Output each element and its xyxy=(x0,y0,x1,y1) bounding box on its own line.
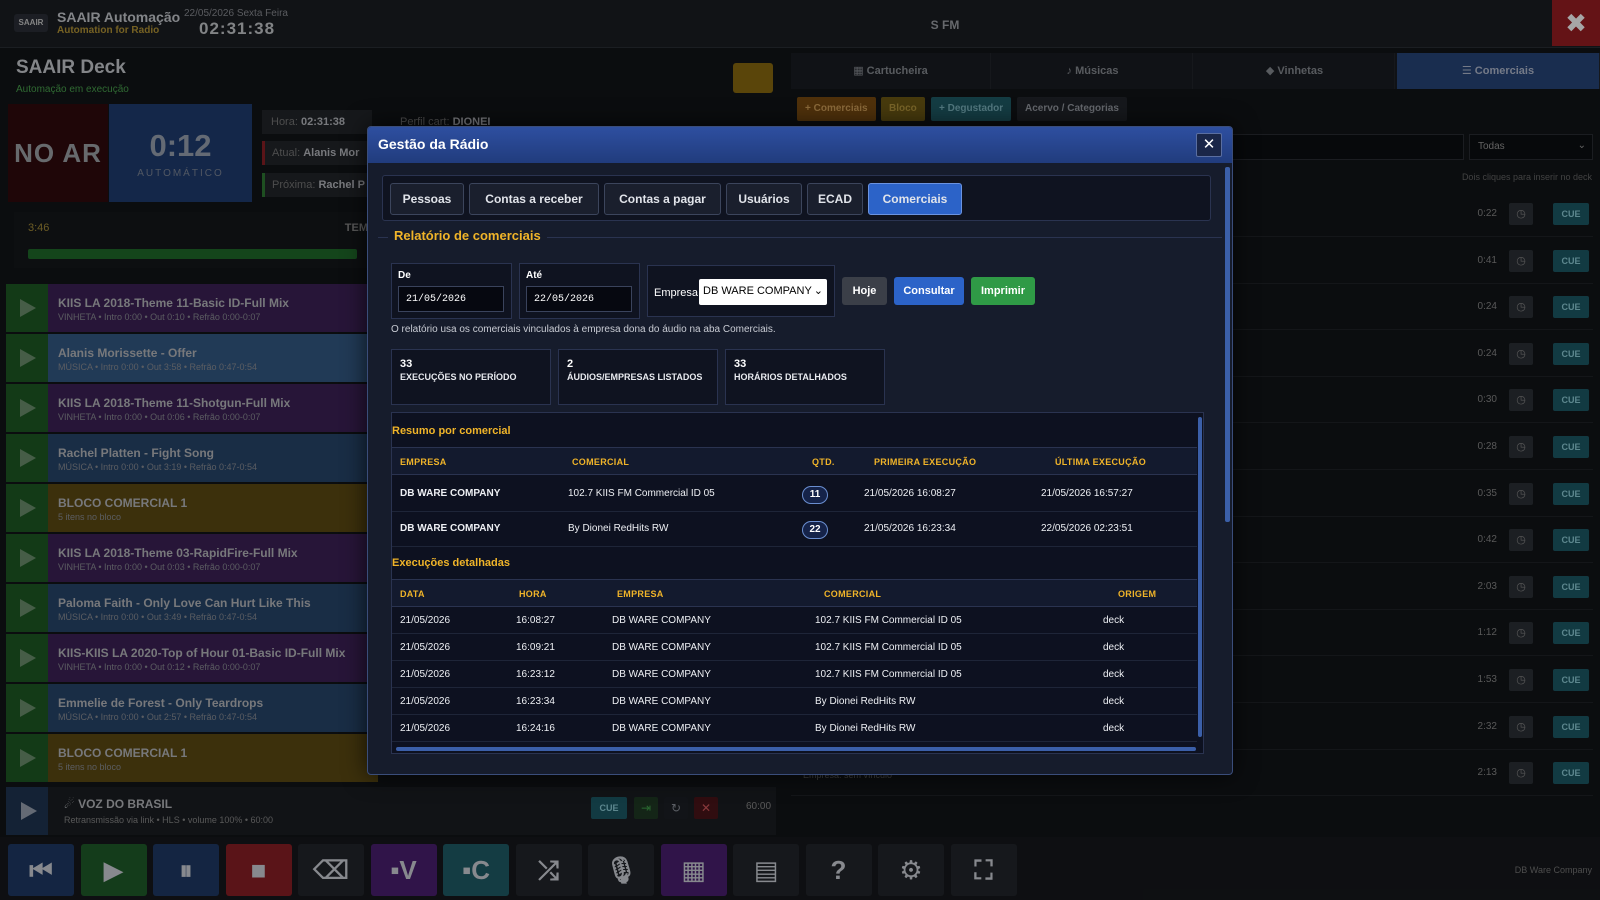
tab-contas-receber[interactable]: Contas a receber xyxy=(469,183,599,215)
card-horarios: 33 HORÁRIOS DETALHADOS xyxy=(725,349,885,405)
col-comercial: COMERCIAL xyxy=(572,457,630,467)
table-row[interactable]: DB WARE COMPANY By Dionei RedHits RW 22 21/… xyxy=(392,512,1197,547)
hoje-button[interactable]: Hoje xyxy=(842,277,887,305)
ate-field: Até 22/05/2026 xyxy=(519,263,640,319)
cell-hora: 16:08:27 xyxy=(516,615,555,626)
de-label: De xyxy=(398,270,411,281)
modal-close-button[interactable]: ✕ xyxy=(1196,133,1222,157)
col-empresa: EMPRESA xyxy=(617,589,664,599)
cell-comercial: 102.7 KIIS FM Commercial ID 05 xyxy=(568,488,715,499)
consultar-button[interactable]: Consultar xyxy=(894,277,964,305)
col-qtd: QTD. xyxy=(812,457,835,467)
tab-usuarios[interactable]: Usuários xyxy=(726,183,802,215)
cell-comercial: By Dionei RedHits RW xyxy=(568,523,669,534)
cell-empresa: DB WARE COMPANY xyxy=(400,523,501,534)
cell-hora: 16:24:16 xyxy=(516,723,555,734)
table-row[interactable]: 21/05/2026 16:24:16 DB WARE COMPANY By Dion… xyxy=(392,715,1197,742)
modal-scrollbar[interactable] xyxy=(1225,167,1230,522)
card-label: ÁUDIOS/EMPRESAS LISTADOS xyxy=(567,372,703,382)
col-comercial: COMERCIAL xyxy=(824,589,882,599)
cell-empresa: DB WARE COMPANY xyxy=(612,642,711,653)
cell-comercial: 102.7 KIIS FM Commercial ID 05 xyxy=(815,615,962,626)
cell-comercial: By Dionei RedHits RW xyxy=(815,723,916,734)
empresa-select[interactable]: DB WARE COMPANY ⌄ xyxy=(699,279,827,305)
cell-empresa: DB WARE COMPANY xyxy=(612,615,711,626)
cell-primeira: 21/05/2026 16:08:27 xyxy=(864,488,956,499)
gestao-modal: Gestão da Rádio ✕ Pessoas Contas a receb… xyxy=(367,126,1233,775)
table-row[interactable]: 21/05/2026 16:23:12 DB WARE COMPANY 102.7 K… xyxy=(392,661,1197,688)
col-ultima: ÚLTIMA EXECUÇÃO xyxy=(1055,457,1146,467)
cell-ultima: 21/05/2026 16:57:27 xyxy=(1041,488,1133,499)
cell-origem: deck xyxy=(1103,615,1125,626)
card-num: 33 xyxy=(400,358,413,370)
ate-label: Até xyxy=(526,270,543,281)
modal-header: Gestão da Rádio ✕ xyxy=(368,127,1232,163)
cell-primeira: 21/05/2026 16:23:34 xyxy=(864,523,956,534)
cell-data: 21/05/2026 xyxy=(400,723,451,734)
imprimir-button[interactable]: Imprimir xyxy=(971,277,1035,305)
tab-pessoas[interactable]: Pessoas xyxy=(390,183,464,215)
cell-data: 21/05/2026 xyxy=(400,669,451,680)
tab-contas-pagar[interactable]: Contas a pagar xyxy=(604,183,721,215)
cell-ultima: 22/05/2026 02:23:51 xyxy=(1041,523,1133,534)
empresa-select-value: DB WARE COMPANY xyxy=(703,285,812,297)
report-title: Relatório de comerciais xyxy=(388,228,547,243)
table-row[interactable]: DB WARE COMPANY 102.7 KIIS FM Commercial … xyxy=(392,477,1197,512)
cell-data: 21/05/2026 xyxy=(400,696,451,707)
qtd-badge: 22 xyxy=(802,521,828,539)
table-vertical-scrollbar[interactable] xyxy=(1198,417,1202,737)
modal-tabs: Pessoas Contas a receber Contas a pagar … xyxy=(382,175,1211,221)
card-label: EXECUÇÕES NO PERÍODO xyxy=(400,372,517,382)
exec-header: DATA HORA EMPRESA COMERCIAL ORIGEM xyxy=(392,579,1197,607)
col-hora: HORA xyxy=(519,589,547,599)
table-row[interactable]: 21/05/2026 16:23:34 DB WARE COMPANY By Dion… xyxy=(392,688,1197,715)
report-tables[interactable]: Resumo por comercial EMPRESA COMERCIAL Q… xyxy=(391,412,1204,754)
chevron-down-icon: ⌄ xyxy=(813,285,823,297)
cell-hora: 16:23:34 xyxy=(516,696,555,707)
card-execucoes: 33 EXECUÇÕES NO PERÍODO xyxy=(391,349,551,405)
cell-origem: deck xyxy=(1103,669,1125,680)
cell-empresa: DB WARE COMPANY xyxy=(612,723,711,734)
modal-title: Gestão da Rádio xyxy=(378,136,489,152)
table-horizontal-scrollbar[interactable] xyxy=(396,747,1196,751)
cell-origem: deck xyxy=(1103,642,1125,653)
cell-empresa: DB WARE COMPANY xyxy=(400,488,501,499)
resumo-title: Resumo por comercial xyxy=(392,425,511,437)
card-audios: 2 ÁUDIOS/EMPRESAS LISTADOS xyxy=(558,349,718,405)
report-note: O relatório usa os comerciais vinculados… xyxy=(391,324,776,335)
card-num: 33 xyxy=(734,358,747,370)
exec-title: Execuções detalhadas xyxy=(392,557,511,569)
cell-comercial: By Dionei RedHits RW xyxy=(815,696,916,707)
cell-origem: deck xyxy=(1103,696,1125,707)
cell-empresa: DB WARE COMPANY xyxy=(612,669,711,680)
qtd-badge: 11 xyxy=(802,486,828,504)
col-empresa: EMPRESA xyxy=(400,457,447,467)
cell-hora: 16:23:12 xyxy=(516,669,555,680)
resumo-header: EMPRESA COMERCIAL QTD. PRIMEIRA EXECUÇÃO… xyxy=(392,447,1197,475)
card-label: HORÁRIOS DETALHADOS xyxy=(734,372,847,382)
ate-date-input[interactable]: 22/05/2026 xyxy=(526,286,632,312)
cell-origem: deck xyxy=(1103,723,1125,734)
cell-data: 21/05/2026 xyxy=(400,615,451,626)
col-origem: ORIGEM xyxy=(1118,589,1157,599)
col-primeira: PRIMEIRA EXECUÇÃO xyxy=(874,457,977,467)
cell-hora: 16:09:21 xyxy=(516,642,555,653)
tab-ecad[interactable]: ECAD xyxy=(807,183,863,215)
table-row[interactable]: 21/05/2026 16:09:21 DB WARE COMPANY 102.7 K… xyxy=(392,634,1197,661)
col-data: DATA xyxy=(400,589,425,599)
cell-comercial: 102.7 KIIS FM Commercial ID 05 xyxy=(815,642,962,653)
de-field: De 21/05/2026 xyxy=(391,263,512,319)
cell-empresa: DB WARE COMPANY xyxy=(612,696,711,707)
empresa-label: Empresa xyxy=(654,287,699,299)
de-date-input[interactable]: 21/05/2026 xyxy=(398,286,504,312)
tab-comerciais-modal[interactable]: Comerciais xyxy=(868,183,962,215)
card-num: 2 xyxy=(567,358,574,370)
cell-data: 21/05/2026 xyxy=(400,642,451,653)
empresa-field: Empresa DB WARE COMPANY ⌄ xyxy=(647,265,835,317)
table-row[interactable]: 21/05/2026 16:08:27 DB WARE COMPANY 102.7 K… xyxy=(392,607,1197,634)
cell-comercial: 102.7 KIIS FM Commercial ID 05 xyxy=(815,669,962,680)
